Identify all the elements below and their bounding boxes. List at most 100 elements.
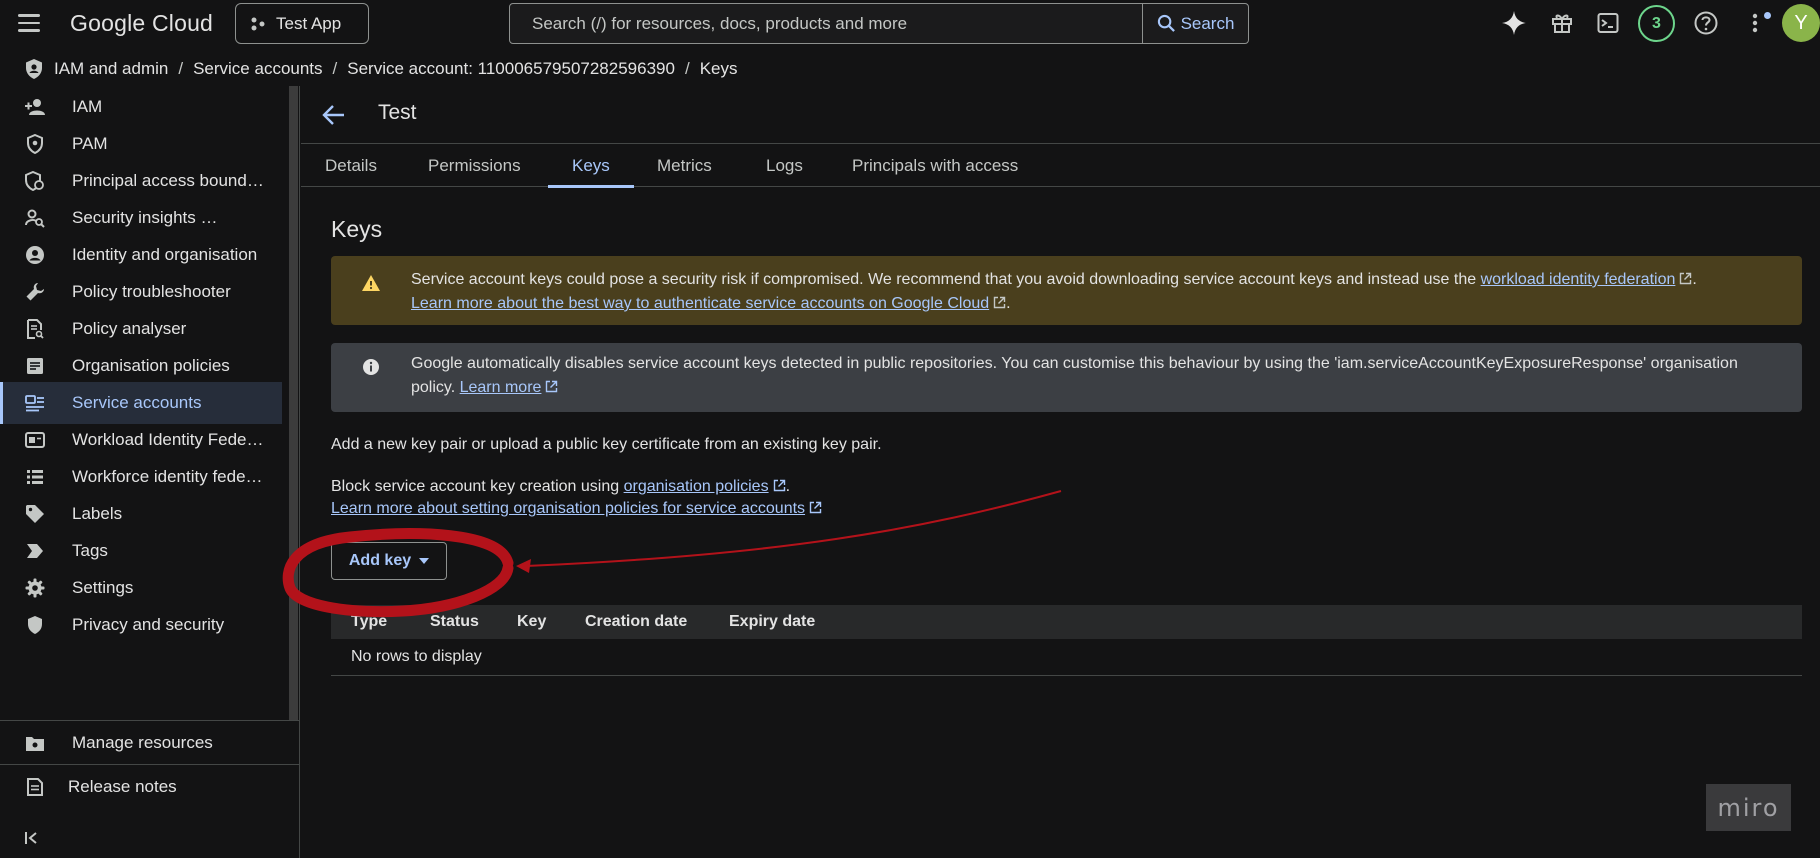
sidebar-item-label: Principal access bound… — [72, 171, 264, 190]
block-text: Block service account key creation using — [331, 478, 624, 495]
privacy-icon — [24, 614, 46, 636]
external-link-icon — [993, 296, 1006, 309]
sidebar-item-label: Identity and organisation — [72, 245, 258, 264]
breadcrumb-separator: / — [684, 59, 690, 78]
authenticate-service-accounts-link[interactable]: Learn more about the best way to authent… — [411, 295, 989, 312]
terminal-icon[interactable] — [1593, 8, 1623, 38]
column-type[interactable]: Type — [331, 613, 410, 631]
sidebar-item-iam[interactable]: IAM — [0, 86, 282, 128]
tab-details[interactable]: Details — [325, 144, 377, 187]
breadcrumb-keys: Keys — [699, 59, 738, 78]
sidebar-item-privacy-and-security[interactable]: Privacy and security — [0, 604, 282, 646]
breadcrumb-service-account[interactable]: Service account: 110006579507282596390 — [347, 59, 675, 79]
person-search-icon — [24, 207, 46, 229]
search-button[interactable]: Search — [1142, 4, 1248, 43]
sidebar-item-workload-identity-federation[interactable]: Workload Identity Fede… — [0, 419, 282, 461]
sidebar: IAM PAM Principal access bound… Security… — [0, 86, 300, 858]
search-input[interactable]: Search (/) for resources, docs, products… — [510, 14, 1142, 34]
breadcrumb-service-accounts[interactable]: Service accounts — [193, 59, 322, 79]
block-key-creation-text: Block service account key creation using… — [331, 476, 822, 520]
top-bar: Google Cloud Test App Search (/) for res… — [0, 0, 1820, 46]
sidebar-item-organisation-policies[interactable]: Organisation policies — [0, 345, 282, 387]
badge-icon — [24, 429, 46, 451]
dropdown-arrow-icon — [419, 558, 430, 564]
help-icon[interactable] — [1691, 8, 1721, 38]
sidebar-item-settings[interactable]: Settings — [0, 567, 282, 609]
sidebar-footer: Manage resources Release notes — [0, 720, 300, 808]
tab-principals-with-access[interactable]: Principals with access — [852, 144, 1018, 187]
gift-icon[interactable] — [1547, 8, 1577, 38]
back-arrow-icon[interactable] — [321, 102, 347, 128]
sidebar-item-label: Manage resources — [72, 732, 213, 752]
tab-keys[interactable]: Keys — [548, 144, 634, 188]
collapse-sidebar-icon[interactable] — [24, 826, 48, 850]
miro-watermark: miro — [1706, 784, 1791, 831]
sidebar-item-manage-resources[interactable]: Manage resources — [0, 720, 300, 764]
sidebar-nav-list: IAM PAM Principal access bound… Security… — [0, 86, 287, 720]
sidebar-item-label: IAM — [72, 97, 103, 116]
list-icon — [24, 466, 46, 488]
search-bar[interactable]: Search (/) for resources, docs, products… — [509, 3, 1249, 44]
project-icon — [251, 17, 265, 30]
label-icon — [24, 503, 46, 525]
breadcrumb-iam-and-admin[interactable]: IAM and admin — [54, 59, 168, 79]
menu-icon[interactable] — [14, 10, 44, 36]
sidebar-item-policy-troubleshooter[interactable]: Policy troubleshooter — [0, 271, 282, 313]
sidebar-item-label: Policy troubleshooter — [72, 282, 231, 301]
avatar[interactable]: Y — [1782, 4, 1820, 42]
google-cloud-logo[interactable]: Google Cloud — [70, 10, 213, 37]
tab-bar: Details Permissions Keys Metrics Logs Pr… — [301, 144, 1820, 188]
breadcrumb: IAM and admin / Service accounts / Servi… — [0, 50, 737, 88]
sidebar-item-label: Privacy and security — [72, 615, 225, 634]
wrench-icon — [24, 281, 46, 303]
search-icon — [1157, 14, 1175, 32]
sidebar-item-identity-and-organisation[interactable]: Identity and organisation — [0, 234, 282, 276]
shield-lock-icon — [24, 170, 46, 192]
shield-icon — [24, 133, 46, 155]
add-key-label: Add key — [348, 552, 412, 569]
sidebar-item-security-insights[interactable]: Security insights … — [0, 197, 282, 239]
sidebar-item-label: Labels — [72, 504, 123, 523]
tag-icon — [24, 540, 46, 562]
page-header: Test — [301, 86, 1820, 144]
person-add-icon — [24, 96, 46, 118]
gemini-icon[interactable] — [1499, 8, 1529, 38]
sidebar-item-label: Release notes — [68, 776, 177, 796]
learn-more-link[interactable]: Learn more — [460, 379, 542, 396]
tab-permissions[interactable]: Permissions — [428, 144, 521, 187]
external-link-icon — [546, 380, 558, 393]
tab-metrics[interactable]: Metrics — [657, 144, 712, 187]
sidebar-item-policy-analyser[interactable]: Policy analyser — [0, 308, 282, 350]
sidebar-item-tags[interactable]: Tags — [0, 530, 282, 572]
notifications-badge[interactable]: 3 — [1638, 5, 1675, 42]
sidebar-item-label: Settings — [72, 578, 134, 597]
block-period: . — [785, 478, 791, 495]
sidebar-item-pam[interactable]: PAM — [0, 123, 282, 165]
tab-logs[interactable]: Logs — [766, 144, 803, 187]
sidebar-item-release-notes[interactable]: Release notes — [0, 764, 300, 808]
service-account-icon — [24, 392, 46, 414]
warning-period: . — [1692, 271, 1697, 288]
column-creation-date[interactable]: Creation date — [565, 613, 709, 631]
organisation-policies-link[interactable]: organisation policies — [624, 478, 769, 495]
external-link-icon — [809, 501, 822, 514]
add-key-button[interactable]: Add key — [331, 542, 447, 580]
sidebar-item-labels[interactable]: Labels — [0, 493, 282, 535]
org-policies-service-accounts-link[interactable]: Learn more about setting organisation po… — [331, 500, 805, 517]
column-status[interactable]: Status — [410, 613, 497, 631]
add-key-intro: Add a new key pair or upload a public ke… — [331, 436, 882, 453]
workload-identity-federation-link[interactable]: workload identity federation — [1481, 271, 1676, 288]
table-header: Type Status Key Creation date Expiry dat… — [331, 605, 1802, 639]
sidebar-scrollbar[interactable] — [289, 86, 298, 720]
column-key[interactable]: Key — [497, 613, 565, 631]
gear-icon — [24, 577, 46, 599]
sidebar-item-service-accounts[interactable]: Service accounts — [0, 382, 282, 424]
project-picker-button[interactable]: Test App — [235, 3, 369, 44]
account-circle-icon — [24, 244, 46, 266]
sidebar-item-label: Tags — [72, 541, 108, 560]
sidebar-item-principal-access-boundary[interactable]: Principal access bound… — [0, 160, 282, 202]
sidebar-item-label: Workforce identity fede… — [72, 467, 263, 486]
column-expiry-date[interactable]: Expiry date — [709, 613, 815, 631]
sidebar-item-workforce-identity-federation[interactable]: Workforce identity fede… — [0, 456, 282, 498]
document-search-icon — [24, 318, 46, 340]
